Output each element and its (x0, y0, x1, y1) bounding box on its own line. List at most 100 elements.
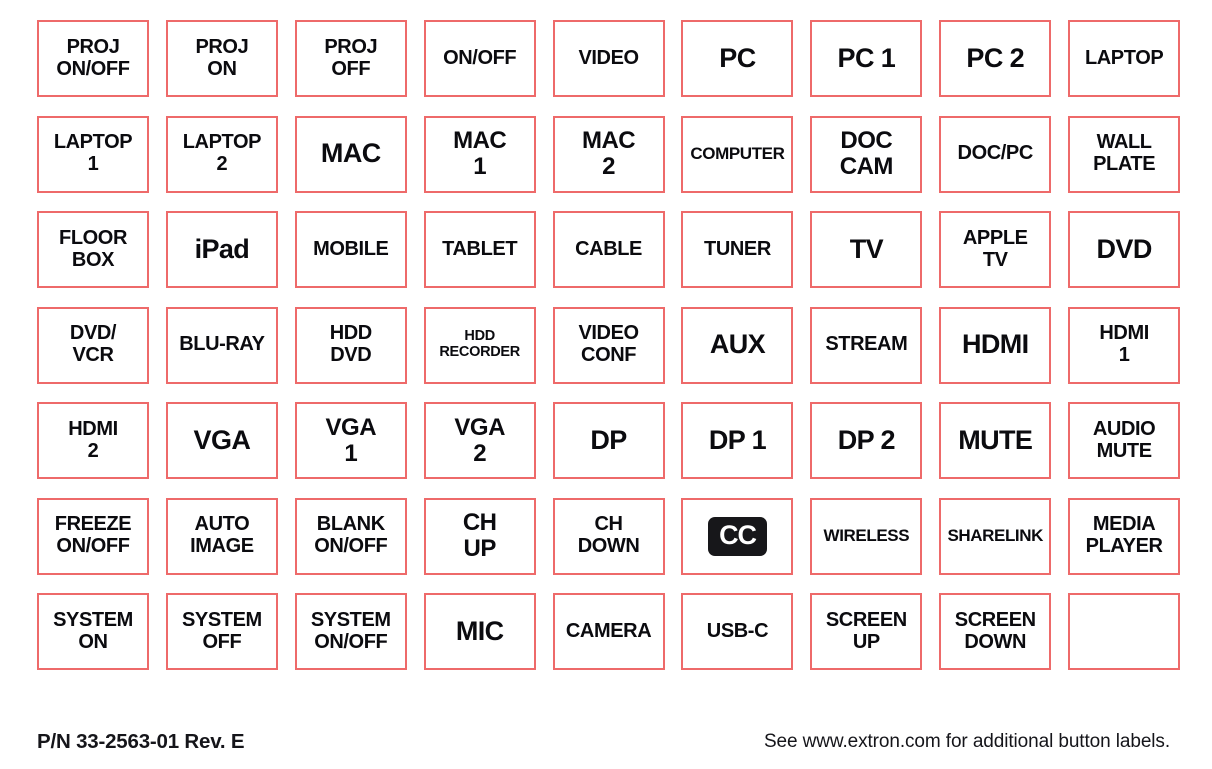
button-label-text: DP 1 (708, 424, 767, 455)
button-label-floor-box[interactable]: FLOOR BOX (37, 211, 149, 288)
additional-labels-note: See www.extron.com for additional button… (763, 731, 1170, 752)
button-label-hdmi-1[interactable]: HDMI 1 (1068, 306, 1181, 384)
button-label-text: PC 2 (966, 42, 1025, 73)
button-label-freeze-on-off[interactable]: FREEZE ON/OFF (37, 497, 149, 575)
button-label-closed-caption[interactable]: CC (681, 497, 794, 575)
button-label-text: VGA (193, 424, 251, 455)
button-label-tv[interactable]: TV (810, 211, 923, 288)
footer: P/N 33-2563-01 Rev. E See www.extron.com… (37, 726, 1172, 758)
button-label-mic[interactable]: MIC (423, 593, 536, 670)
button-label-dvd[interactable]: DVD (1068, 211, 1181, 288)
button-label-system-on[interactable]: SYSTEM ON (37, 593, 149, 670)
button-label-wireless[interactable]: WIRELESS (810, 497, 923, 575)
button-label-system-off[interactable]: SYSTEM OFF (165, 593, 278, 670)
button-label-mac-1[interactable]: MAC 1 (423, 115, 536, 193)
button-label-stream[interactable]: STREAM (810, 306, 923, 384)
button-label-usb-c[interactable]: USB-C (681, 593, 794, 670)
button-label-text: VIDEO CONF (578, 322, 639, 366)
button-label-vga[interactable]: VGA (165, 402, 278, 479)
button-label-text: MEDIA PLAYER (1085, 513, 1163, 557)
button-label-camera[interactable]: CAMERA (552, 593, 665, 670)
button-label-text: AUX (709, 329, 766, 360)
button-label-ch-down[interactable]: CH DOWN (552, 497, 665, 575)
button-label-text: LAPTOP 2 (182, 131, 262, 175)
button-label-laptop-1[interactable]: LAPTOP 1 (37, 115, 149, 193)
button-label-computer[interactable]: COMPUTER (681, 115, 794, 193)
button-label-audio-mute[interactable]: AUDIO MUTE (1068, 402, 1181, 479)
button-label-text: LAPTOP (1084, 46, 1164, 69)
button-label-text: ON/OFF (443, 46, 517, 69)
button-label-apple-tv[interactable]: APPLE TV (939, 211, 1052, 288)
button-label-text: FREEZE ON/OFF (54, 513, 132, 557)
button-label-video-conf[interactable]: VIDEO CONF (552, 306, 665, 384)
button-label-mac-2[interactable]: MAC 2 (552, 115, 665, 193)
button-label-vga-1[interactable]: VGA 1 (294, 402, 407, 479)
button-label-dp[interactable]: DP (552, 402, 665, 479)
button-label-mac[interactable]: MAC (294, 115, 407, 193)
button-label-wall-plate[interactable]: WALL PLATE (1068, 115, 1181, 193)
button-label-dp-2[interactable]: DP 2 (810, 402, 923, 479)
button-label-text: LAPTOP 1 (53, 131, 133, 175)
button-label-text: TUNER (704, 237, 771, 260)
button-label-auto-image[interactable]: AUTO IMAGE (165, 497, 278, 575)
button-label-pc-1[interactable]: PC 1 (810, 20, 923, 97)
button-label-media-player[interactable]: MEDIA PLAYER (1068, 497, 1181, 575)
button-label-text: MAC (320, 138, 381, 169)
button-label-text: PROJ ON (195, 35, 249, 80)
button-label-dvd-vcr[interactable]: DVD/ VCR (37, 306, 149, 384)
button-label-text: STREAM (825, 333, 908, 356)
button-label-proj-on[interactable]: PROJ ON (165, 20, 278, 97)
button-label-text: WALL PLATE (1093, 131, 1156, 175)
button-label-text: PROJ OFF (324, 35, 378, 80)
button-label-hdmi[interactable]: HDMI (939, 306, 1052, 384)
button-label-text: MIC (455, 615, 504, 646)
button-label-text: VGA 1 (325, 413, 377, 467)
button-label-screen-down[interactable]: SCREEN DOWN (939, 593, 1052, 670)
button-label-ipad[interactable]: iPad (165, 211, 278, 288)
button-label-blank-on-off[interactable]: BLANK ON/OFF (294, 497, 407, 575)
button-label-tuner[interactable]: TUNER (681, 211, 794, 288)
button-label-hdmi-2[interactable]: HDMI 2 (37, 402, 149, 479)
button-label-text: HDD DVD (329, 322, 373, 366)
button-label-mute[interactable]: MUTE (939, 402, 1052, 479)
button-label-text: HDMI (961, 329, 1029, 360)
button-label-proj-on-off[interactable]: PROJ ON/OFF (37, 20, 149, 97)
button-label-mobile[interactable]: MOBILE (294, 211, 407, 288)
button-label-aux[interactable]: AUX (681, 306, 794, 384)
button-label-text: CAMERA (565, 619, 652, 642)
button-label-laptop[interactable]: LAPTOP (1068, 20, 1181, 97)
button-label-laptop-2[interactable]: LAPTOP 2 (165, 115, 278, 193)
button-label-blank[interactable] (1068, 593, 1181, 670)
button-label-text: BLU-RAY (179, 333, 265, 356)
button-label-text: DP 2 (837, 424, 896, 455)
button-label-text: APPLE TV (962, 226, 1028, 271)
button-label-text: WIRELESS (823, 525, 910, 545)
button-label-pc[interactable]: PC (681, 20, 794, 97)
button-label-cable[interactable]: CABLE (552, 211, 665, 288)
button-label-text: SYSTEM OFF (181, 608, 262, 653)
button-label-text: BLANK ON/OFF (314, 513, 388, 557)
button-label-text: DVD (1096, 233, 1153, 264)
button-label-sharelink[interactable]: SHARELINK (939, 497, 1052, 575)
button-label-ch-up[interactable]: CH UP (423, 497, 536, 575)
button-label-on-off[interactable]: ON/OFF (423, 20, 536, 97)
button-label-text: DVD/ VCR (69, 322, 117, 366)
button-label-blu-ray[interactable]: BLU-RAY (165, 306, 278, 384)
button-label-pc-2[interactable]: PC 2 (939, 20, 1052, 97)
button-label-hdd-recorder[interactable]: HDD RECORDER (423, 306, 536, 384)
button-label-vga-2[interactable]: VGA 2 (423, 402, 536, 479)
button-label-system-on-off[interactable]: SYSTEM ON/OFF (294, 593, 407, 670)
button-label-proj-off[interactable]: PROJ OFF (294, 20, 407, 97)
button-label-tablet[interactable]: TABLET (423, 211, 536, 288)
button-label-text: TV (849, 233, 884, 264)
button-label-screen-up[interactable]: SCREEN UP (810, 593, 923, 670)
button-label-hdd-dvd[interactable]: HDD DVD (294, 306, 407, 384)
button-label-grid: PROJ ON/OFF PROJ ON PROJ OFF ON/OFF VIDEO PC P… (37, 20, 1181, 670)
button-label-text: PC (719, 42, 756, 73)
button-label-text: VIDEO (578, 46, 639, 69)
button-label-dp-1[interactable]: DP 1 (681, 402, 794, 479)
button-label-text: COMPUTER (690, 143, 785, 163)
button-label-doc-cam[interactable]: DOC CAM (810, 115, 923, 193)
button-label-video[interactable]: VIDEO (552, 20, 665, 97)
button-label-doc-pc[interactable]: DOC/PC (939, 115, 1052, 193)
